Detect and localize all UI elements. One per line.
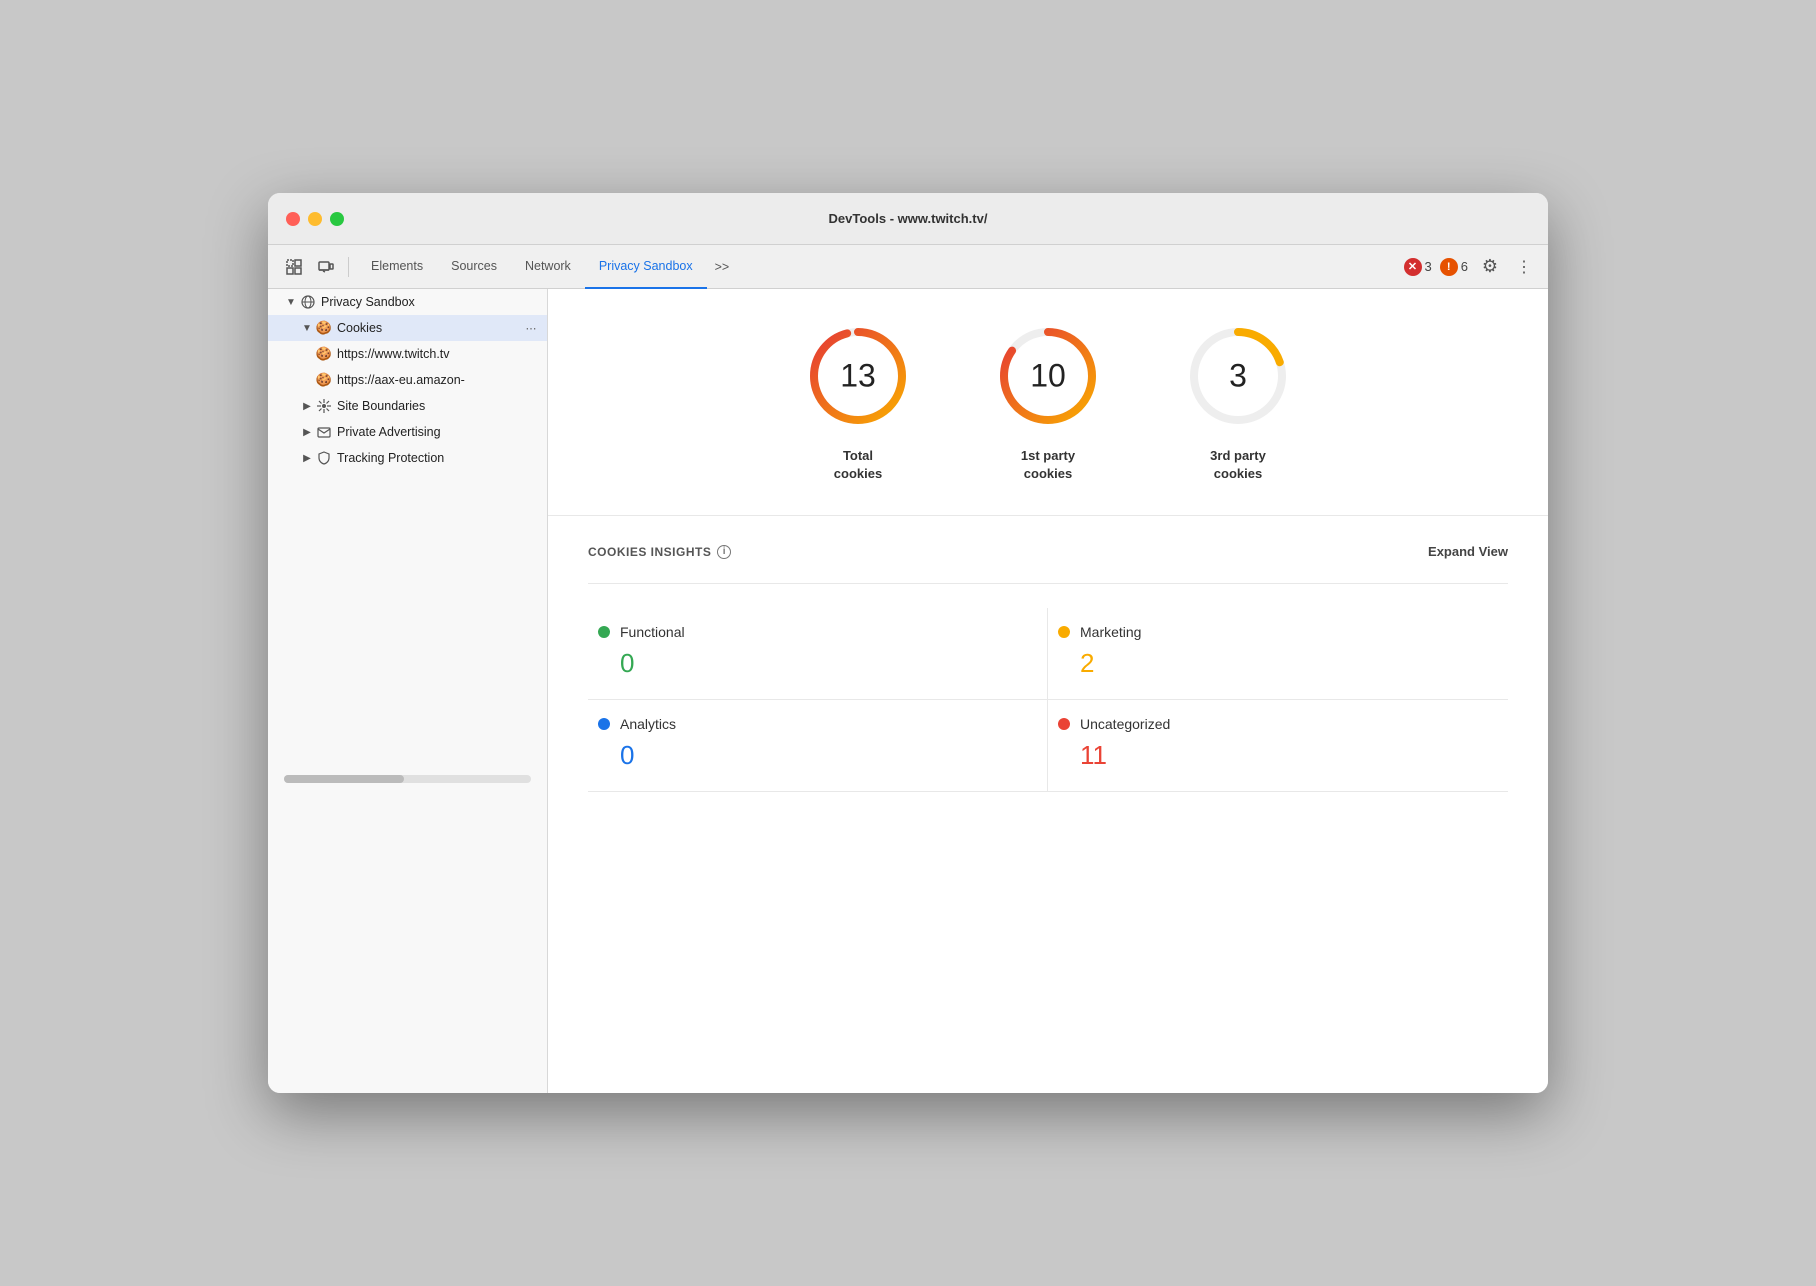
sidebar-spacer bbox=[268, 471, 547, 771]
sidebar-item-site-boundaries[interactable]: ▶ Site Boundaries bbox=[268, 393, 547, 419]
maximize-button[interactable] bbox=[330, 212, 344, 226]
info-icon: i bbox=[717, 545, 731, 559]
error-icon: ✕ bbox=[1404, 258, 1422, 276]
donut-first-party: 10 bbox=[993, 321, 1103, 431]
settings-button[interactable]: ⚙ bbox=[1476, 253, 1504, 281]
insights-section: COOKIES INSIGHTS i Expand View Functiona… bbox=[548, 516, 1548, 1093]
analytics-dot bbox=[598, 718, 610, 730]
tab-elements[interactable]: Elements bbox=[357, 245, 437, 289]
donut-third-party: 3 bbox=[1183, 321, 1293, 431]
analytics-count: 0 bbox=[598, 740, 1027, 771]
error-count: 3 bbox=[1425, 259, 1432, 274]
insight-uncategorized: Uncategorized 11 bbox=[1048, 700, 1508, 792]
sidebar-item-private-advertising[interactable]: ▶ Private Advertising bbox=[268, 419, 547, 445]
tab-network[interactable]: Network bbox=[511, 245, 585, 289]
devtools-window: DevTools - www.twitch.tv/ Elements Sourc… bbox=[268, 193, 1548, 1093]
insights-grid: Functional 0 Marketing 2 bbox=[588, 608, 1508, 792]
insights-title: COOKIES INSIGHTS i bbox=[588, 545, 731, 559]
functional-count: 0 bbox=[598, 648, 1027, 679]
insight-uncategorized-row: Uncategorized bbox=[1058, 716, 1488, 732]
device-toggle-icon[interactable] bbox=[312, 253, 340, 281]
total-cookies-label: Total cookies bbox=[834, 447, 882, 483]
sidebar: ▼ Privacy Sandbox ▼ 🍪 Cookies ⋯ bbox=[268, 289, 548, 1093]
sidebar-private-advertising-label: Private Advertising bbox=[337, 425, 539, 439]
sidebar-item-privacy-sandbox[interactable]: ▼ Privacy Sandbox bbox=[268, 289, 547, 315]
cookies-icon: 🍪 bbox=[316, 320, 332, 336]
tree-arrow-private-advertising: ▶ bbox=[300, 425, 314, 439]
sidebar-cookies-label: Cookies bbox=[337, 321, 523, 335]
error-badge: ✕ 3 bbox=[1404, 258, 1432, 276]
warning-icon: ! bbox=[1440, 258, 1458, 276]
insight-functional-row: Functional bbox=[598, 624, 1027, 640]
toolbar-divider bbox=[348, 257, 349, 277]
insight-analytics: Analytics 0 bbox=[588, 700, 1048, 792]
more-options-button[interactable]: ⋮ bbox=[1512, 253, 1536, 281]
insight-functional: Functional 0 bbox=[588, 608, 1048, 700]
sidebar-item-amazon[interactable]: 🍪 https://aax-eu.amazon- bbox=[268, 367, 547, 393]
sidebar-tracking-protection-label: Tracking Protection bbox=[337, 451, 539, 465]
privacy-sandbox-icon bbox=[300, 294, 316, 310]
right-panel: 13 Total cookies bbox=[548, 289, 1548, 1093]
minimize-button[interactable] bbox=[308, 212, 322, 226]
uncategorized-dot bbox=[1058, 718, 1070, 730]
sidebar-cookies-action[interactable]: ⋯ bbox=[523, 320, 539, 336]
window-title: DevTools - www.twitch.tv/ bbox=[829, 211, 988, 226]
window-controls bbox=[286, 212, 344, 226]
sidebar-amazon-label: https://aax-eu.amazon- bbox=[337, 373, 539, 387]
site-boundaries-icon bbox=[316, 398, 332, 414]
titlebar: DevTools - www.twitch.tv/ bbox=[268, 193, 1548, 245]
insight-analytics-row: Analytics bbox=[598, 716, 1027, 732]
toolbar: Elements Sources Network Privacy Sandbox… bbox=[268, 245, 1548, 289]
insight-marketing: Marketing 2 bbox=[1048, 608, 1508, 700]
sidebar-scrollbar-thumb bbox=[284, 775, 404, 783]
functional-dot bbox=[598, 626, 610, 638]
marketing-label: Marketing bbox=[1080, 624, 1141, 640]
private-advertising-icon bbox=[316, 424, 332, 440]
tree-arrow-cookies: ▼ bbox=[300, 321, 314, 335]
first-party-label: 1st party cookies bbox=[1021, 447, 1075, 483]
warning-count: 6 bbox=[1461, 259, 1468, 274]
tree-arrow-site-boundaries: ▶ bbox=[300, 399, 314, 413]
tracking-protection-icon bbox=[316, 450, 332, 466]
sidebar-item-cookies[interactable]: ▼ 🍪 Cookies ⋯ bbox=[268, 315, 547, 341]
total-cookies-number: 13 bbox=[840, 358, 876, 395]
tab-bar: Elements Sources Network Privacy Sandbox… bbox=[357, 245, 1400, 289]
cookie-small-icon-2: 🍪 bbox=[316, 372, 332, 388]
donut-total: 13 bbox=[803, 321, 913, 431]
inspector-icon[interactable] bbox=[280, 253, 308, 281]
third-party-label: 3rd party cookies bbox=[1210, 447, 1266, 483]
more-tabs-button[interactable]: >> bbox=[707, 245, 738, 289]
sidebar-item-tracking-protection[interactable]: ▶ Tracking Protection bbox=[268, 445, 547, 471]
tab-privacy-sandbox[interactable]: Privacy Sandbox bbox=[585, 245, 707, 289]
insights-header: COOKIES INSIGHTS i Expand View bbox=[588, 544, 1508, 559]
stats-section: 13 Total cookies bbox=[548, 289, 1548, 516]
third-party-number: 3 bbox=[1229, 358, 1247, 395]
sidebar-item-twitch[interactable]: 🍪 https://www.twitch.tv bbox=[268, 341, 547, 367]
sidebar-scrollbar[interactable] bbox=[284, 775, 531, 783]
warning-badge: ! 6 bbox=[1440, 258, 1468, 276]
analytics-label: Analytics bbox=[620, 716, 676, 732]
sidebar-privacy-sandbox-label: Privacy Sandbox bbox=[321, 295, 539, 309]
first-party-number: 10 bbox=[1030, 358, 1066, 395]
functional-label: Functional bbox=[620, 624, 685, 640]
insight-marketing-row: Marketing bbox=[1058, 624, 1488, 640]
stat-first-party: 10 1st party cookies bbox=[993, 321, 1103, 483]
toolbar-right: ✕ 3 ! 6 ⚙ ⋮ bbox=[1404, 253, 1536, 281]
tree-arrow-privacy-sandbox: ▼ bbox=[284, 295, 298, 309]
stat-third-party: 3 3rd party cookies bbox=[1183, 321, 1293, 483]
close-button[interactable] bbox=[286, 212, 300, 226]
marketing-count: 2 bbox=[1058, 648, 1488, 679]
stat-total-cookies: 13 Total cookies bbox=[803, 321, 913, 483]
uncategorized-count: 11 bbox=[1058, 740, 1488, 771]
cookie-small-icon: 🍪 bbox=[316, 346, 332, 362]
insights-divider bbox=[588, 583, 1508, 584]
main-content: ▼ Privacy Sandbox ▼ 🍪 Cookies ⋯ bbox=[268, 289, 1548, 1093]
sidebar-twitch-label: https://www.twitch.tv bbox=[337, 347, 539, 361]
tree-arrow-tracking-protection: ▶ bbox=[300, 451, 314, 465]
marketing-dot bbox=[1058, 626, 1070, 638]
uncategorized-label: Uncategorized bbox=[1080, 716, 1170, 732]
expand-view-button[interactable]: Expand View bbox=[1428, 544, 1508, 559]
tab-sources[interactable]: Sources bbox=[437, 245, 511, 289]
sidebar-site-boundaries-label: Site Boundaries bbox=[337, 399, 539, 413]
